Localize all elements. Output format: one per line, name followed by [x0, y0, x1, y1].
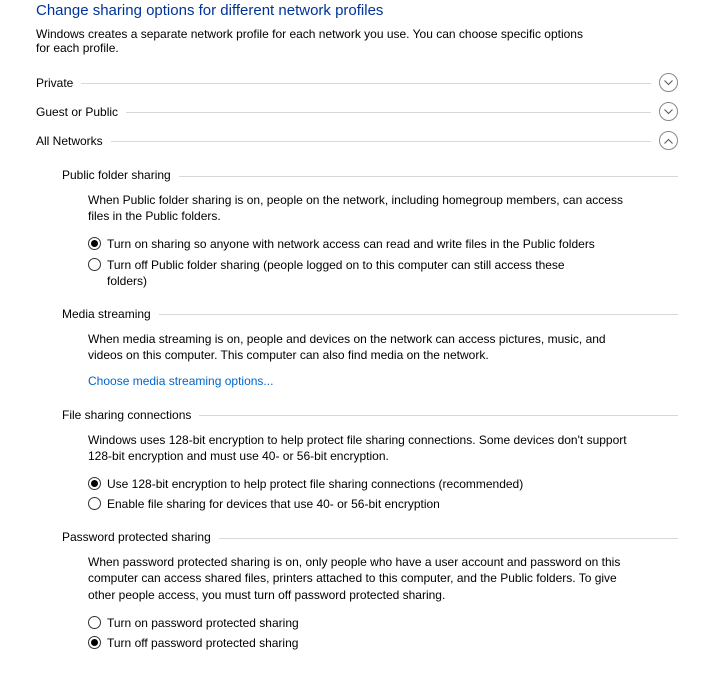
divider: [179, 176, 678, 177]
profile-guest-label: Guest or Public: [36, 105, 126, 119]
profile-all-label: All Networks: [36, 134, 111, 148]
public-folder-off-label: Turn off Public folder sharing (people l…: [107, 257, 597, 289]
public-folder-on-option[interactable]: Turn on sharing so anyone with network a…: [88, 236, 628, 252]
public-folder-description: When Public folder sharing is on, people…: [88, 192, 628, 224]
profile-guest-header[interactable]: Guest or Public: [36, 102, 678, 121]
page-title: Change sharing options for different net…: [36, 0, 678, 19]
password-description: When password protected sharing is on, o…: [88, 554, 628, 603]
section-password-label: Password protected sharing: [62, 530, 219, 544]
section-public-folder-header: Public folder sharing: [62, 168, 678, 182]
radio-icon: [88, 636, 101, 649]
password-off-label: Turn off password protected sharing: [107, 635, 298, 651]
chevron-down-icon[interactable]: [659, 102, 678, 121]
divider: [199, 415, 678, 416]
radio-icon: [88, 497, 101, 510]
encryption-40-label: Enable file sharing for devices that use…: [107, 496, 440, 512]
encryption-128-option[interactable]: Use 128-bit encryption to help protect f…: [88, 476, 628, 492]
divider: [111, 141, 651, 142]
section-encryption-label: File sharing connections: [62, 408, 199, 422]
password-on-option[interactable]: Turn on password protected sharing: [88, 615, 628, 631]
encryption-description: Windows uses 128-bit encryption to help …: [88, 432, 628, 464]
divider: [159, 314, 678, 315]
radio-icon: [88, 237, 101, 250]
section-media-header: Media streaming: [62, 307, 678, 321]
chevron-up-icon[interactable]: [659, 131, 678, 150]
divider: [219, 538, 678, 539]
radio-icon: [88, 616, 101, 629]
divider: [126, 112, 651, 113]
public-folder-off-option[interactable]: Turn off Public folder sharing (people l…: [88, 257, 628, 289]
profile-private-label: Private: [36, 76, 81, 90]
section-public-folder-label: Public folder sharing: [62, 168, 179, 182]
section-password-header: Password protected sharing: [62, 530, 678, 544]
profile-all-header[interactable]: All Networks: [36, 131, 678, 150]
page-description: Windows creates a separate network profi…: [36, 27, 596, 55]
encryption-128-label: Use 128-bit encryption to help protect f…: [107, 476, 523, 492]
media-options-link[interactable]: Choose media streaming options...: [88, 373, 273, 389]
password-off-option[interactable]: Turn off password protected sharing: [88, 635, 628, 651]
divider: [81, 83, 651, 84]
radio-icon: [88, 477, 101, 490]
section-encryption-header: File sharing connections: [62, 408, 678, 422]
radio-icon: [88, 258, 101, 271]
media-description: When media streaming is on, people and d…: [88, 331, 628, 363]
public-folder-on-label: Turn on sharing so anyone with network a…: [107, 236, 595, 252]
chevron-down-icon[interactable]: [659, 73, 678, 92]
encryption-40-option[interactable]: Enable file sharing for devices that use…: [88, 496, 628, 512]
profile-private-header[interactable]: Private: [36, 73, 678, 92]
section-media-label: Media streaming: [62, 307, 159, 321]
password-on-label: Turn on password protected sharing: [107, 615, 299, 631]
